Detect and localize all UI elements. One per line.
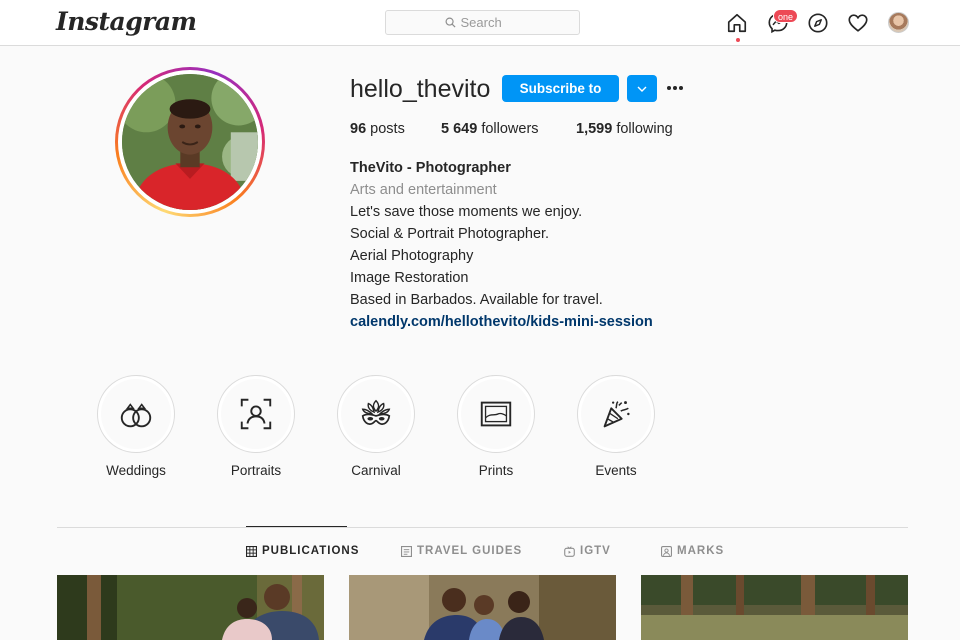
post-image <box>641 575 908 640</box>
highlight-label: Prints <box>478 463 514 478</box>
tab-marks[interactable]: MARKS <box>661 545 724 557</box>
highlight-label: Events <box>595 463 637 478</box>
profile-username: hello_thevito <box>350 75 491 103</box>
subscribe-button[interactable]: Subscribe to <box>502 75 619 102</box>
profile-photo <box>122 74 258 210</box>
tab-label: PUBLICATIONS <box>262 545 360 557</box>
bio-line: Based in Barbados. Available for travel. <box>350 292 603 308</box>
post-thumbnail[interactable] <box>57 575 324 640</box>
tab-label: IGTV <box>580 545 611 557</box>
post-image <box>349 575 616 640</box>
highlight-events[interactable]: Events <box>577 375 655 478</box>
home-icon[interactable] <box>726 12 748 34</box>
suggestions-dropdown-button[interactable] <box>627 75 657 102</box>
profile-avatar[interactable] <box>888 12 909 33</box>
dot <box>679 86 683 90</box>
top-navigation-bar: Instagram one <box>0 0 960 46</box>
following-stat[interactable]: 1,599 following <box>576 121 673 137</box>
followers-stat[interactable]: 5 649 followers <box>441 121 576 137</box>
profile-stats: 96 posts 5 649 followers 1,599 following <box>350 121 673 137</box>
framed-print-icon <box>480 401 512 427</box>
highlight-portraits[interactable]: Portraits <box>217 375 295 478</box>
highlight-label: Portraits <box>230 463 282 478</box>
search-icon <box>445 17 456 28</box>
bio-line: Image Restoration <box>350 270 469 286</box>
grid-icon <box>246 545 257 557</box>
activity-heart-icon[interactable] <box>847 12 869 34</box>
followers-label: followers <box>481 121 539 137</box>
highlight-prints[interactable]: Prints <box>457 375 535 478</box>
party-popper-icon <box>603 401 630 428</box>
profile-picture[interactable] <box>115 67 265 217</box>
following-count: 1,599 <box>576 121 613 137</box>
highlight-weddings[interactable]: Weddings <box>97 375 175 478</box>
posts-count: 96 <box>350 121 367 137</box>
bio-line: Social & Portrait Photographer. <box>350 226 550 242</box>
search-box[interactable] <box>385 10 580 35</box>
igtv-icon <box>564 545 575 557</box>
tab-label: TRAVEL GUIDES <box>417 545 523 557</box>
more-options-button[interactable] <box>664 78 686 98</box>
post-thumbnail[interactable] <box>349 575 616 640</box>
bio-line: Let's save those moments we enjoy. <box>350 204 583 220</box>
active-tab-indicator <box>246 526 347 527</box>
highlight-carnival[interactable]: Carnival <box>337 375 415 478</box>
tagged-icon <box>661 545 672 557</box>
category-label: Arts and entertainment <box>350 182 497 198</box>
highlight-label: Weddings <box>106 463 166 478</box>
tab-publications[interactable]: PUBLICATIONS <box>246 545 359 557</box>
home-active-dot <box>736 38 740 42</box>
instagram-logo[interactable]: Instagram <box>56 7 197 36</box>
tab-igtv[interactable]: IGTV <box>564 545 611 557</box>
posts-stat: 96 posts <box>350 121 441 137</box>
followers-count: 5 649 <box>441 121 478 137</box>
profile-tabs-divider <box>57 527 908 528</box>
dot <box>673 86 677 90</box>
portrait-focus-icon <box>240 398 272 430</box>
bio-line: Aerial Photography <box>350 248 474 264</box>
bio-website-link[interactable]: calendly.com/hellothevito/kids-mini-sess… <box>350 311 653 333</box>
tab-travel-guides[interactable]: TRAVEL GUIDES <box>401 545 522 557</box>
posts-label: posts <box>370 121 405 137</box>
chevron-down-icon <box>637 86 647 92</box>
full-name: TheVito - Photographer <box>350 160 511 176</box>
rings-icon <box>120 403 152 428</box>
messages-badge: one <box>773 9 799 23</box>
dot <box>667 86 671 90</box>
explore-icon[interactable] <box>807 12 829 34</box>
post-thumbnail[interactable] <box>641 575 908 640</box>
profile-bio: TheVito - Photographer Arts and entertai… <box>350 157 653 333</box>
post-image <box>57 575 324 640</box>
tab-label: MARKS <box>677 545 725 557</box>
following-label: following <box>616 121 673 137</box>
highlight-label: Carnival <box>351 463 401 478</box>
carnival-mask-icon <box>361 399 391 425</box>
search-input[interactable] <box>460 15 521 30</box>
guide-icon <box>401 545 412 557</box>
